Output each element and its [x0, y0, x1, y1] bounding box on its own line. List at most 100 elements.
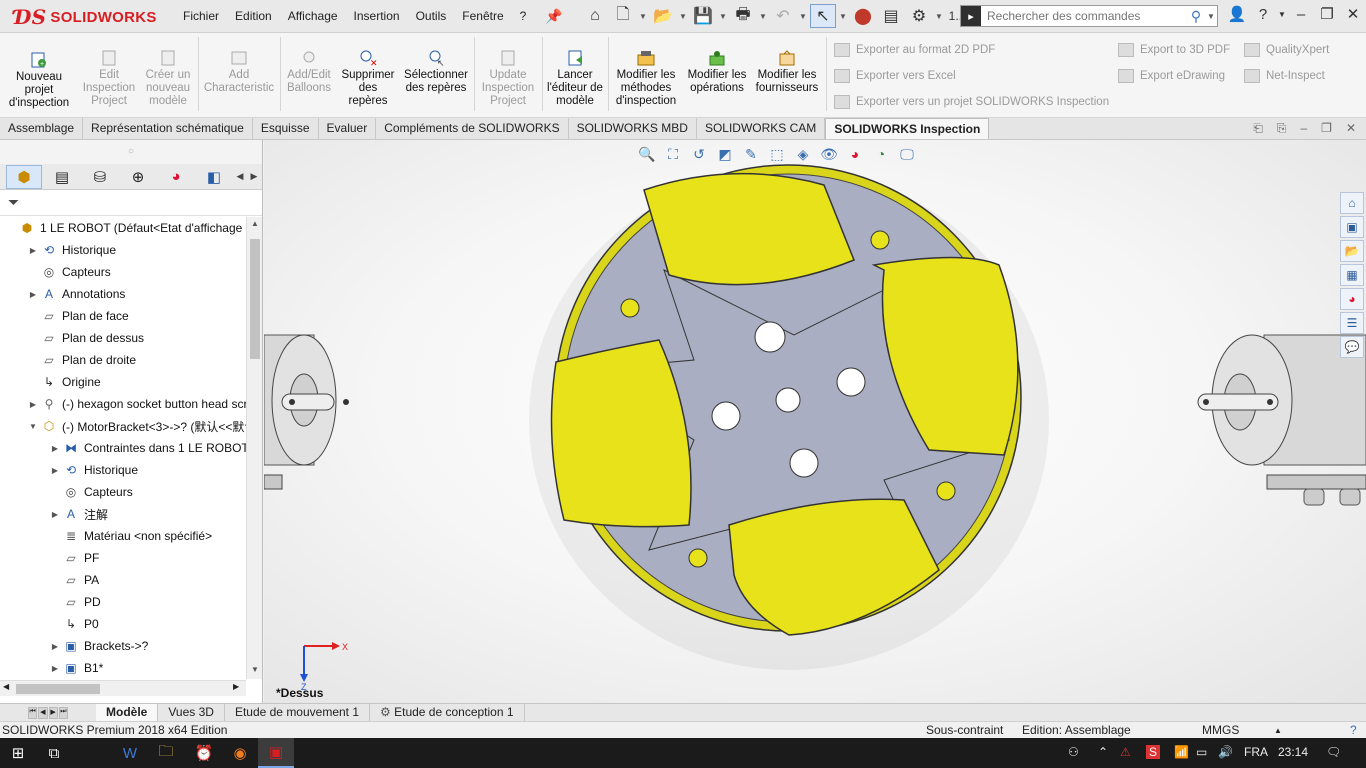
expand-icon[interactable]: ▶: [26, 400, 40, 409]
pin-icon[interactable]: 📌: [545, 8, 562, 25]
scroll-left-icon[interactable]: ◀: [3, 682, 9, 691]
collapse-icon[interactable]: ▼: [26, 422, 40, 431]
alarm-clock-icon[interactable]: ⏰: [186, 738, 222, 768]
wifi-icon[interactable]: 📶: [1174, 745, 1189, 759]
add-edit-balloons-button[interactable]: Add/Edit Balloons: [282, 49, 336, 95]
property-manager-tab-icon[interactable]: ▤: [44, 165, 80, 189]
options-dropdown-icon[interactable]: ▼: [934, 4, 944, 28]
vertical-scroll-thumb[interactable]: [250, 239, 260, 359]
solidworks-logo[interactable]: ƊS SOLIDWORKS: [14, 5, 157, 29]
home-icon[interactable]: ⌂: [582, 4, 608, 28]
menu-affichage[interactable]: Affichage: [280, 9, 346, 23]
close-icon[interactable]: ✕: [1342, 5, 1364, 23]
panel-right-icon[interactable]: ⎘: [1277, 121, 1287, 136]
menu-edition[interactable]: Edition: [227, 9, 280, 23]
doc-minimize-icon[interactable]: –: [1300, 121, 1307, 136]
cam-tab-icon[interactable]: ◧: [196, 165, 232, 189]
launch-template-editor-button[interactable]: Lancer l'éditeur de modèle: [544, 49, 606, 108]
next-tab-icon[interactable]: ▶: [48, 706, 58, 719]
tree-item[interactable]: ▶ A Annotations: [26, 283, 125, 305]
select-balloons-button[interactable]: ↖ Sélectionner des repères: [401, 49, 471, 95]
restore-icon[interactable]: ❐: [1316, 5, 1338, 23]
tree-item[interactable]: ▶ ⟲ Historique: [26, 239, 116, 261]
menu-help[interactable]: ?: [512, 9, 535, 23]
help-dropdown-icon[interactable]: ▼: [1278, 10, 1286, 19]
panel-grip[interactable]: ○: [0, 140, 262, 164]
tab-scroll-right-icon[interactable]: ▶: [248, 171, 260, 182]
edit-inspection-methods-button[interactable]: Modifier les méthodes d'inspection: [610, 49, 682, 108]
filter-icon[interactable]: ⏷: [8, 194, 19, 211]
graphics-area[interactable]: 🔍 ⛶ ↺ ◩ ✎ ⬚ ◈ 👁 ◕ ◔ 🖵 ⌂ ▣ 📂 ▦ ◕ ☰ 💬 X Z …: [264, 140, 1366, 703]
edit-operations-button[interactable]: Modifier les opérations: [686, 49, 748, 95]
tree-filter[interactable]: ⏷: [0, 190, 262, 216]
export-3d-pdf-link[interactable]: Export to 3D PDF: [1118, 43, 1230, 57]
export-inspection-project-link[interactable]: Exporter vers un projet SOLIDWORKS Inspe…: [834, 95, 1109, 109]
delete-balloons-button[interactable]: ✕ Supprimer des repères: [338, 49, 398, 108]
file-properties-icon[interactable]: ▤: [878, 4, 904, 28]
tab-inspection[interactable]: SOLIDWORKS Inspection: [825, 118, 990, 139]
scroll-up-icon[interactable]: ▲: [247, 219, 263, 228]
edit-vendors-button[interactable]: Modifier les fournisseurs: [752, 49, 822, 95]
tab-evaluer[interactable]: Evaluer: [319, 118, 377, 139]
open-dropdown-icon[interactable]: ▼: [678, 4, 688, 28]
forum-icon[interactable]: 💬: [1340, 336, 1364, 358]
tree-vertical-scrollbar[interactable]: ▲ ▼: [246, 217, 262, 679]
print-dropdown-icon[interactable]: ▼: [758, 4, 768, 28]
expand-icon[interactable]: ▶: [26, 290, 40, 299]
qualityxpert-link[interactable]: QualityXpert: [1244, 43, 1329, 57]
search-dropdown-icon[interactable]: ▼: [1207, 12, 1217, 21]
minimize-icon[interactable]: –: [1290, 6, 1312, 23]
tree-item[interactable]: ▶ ⧓ Contraintes dans 1 LE ROBOT: [48, 437, 246, 459]
windows-start-icon[interactable]: ⊞: [0, 738, 36, 768]
tree-item[interactable]: ▶ A 注解: [48, 503, 108, 525]
feature-manager-tab-icon[interactable]: ⬢: [6, 164, 42, 189]
create-template-button[interactable]: Créer un nouveau modèle: [140, 49, 196, 108]
export-edrawing-link[interactable]: Export eDrawing: [1118, 69, 1225, 83]
search-icon[interactable]: ⚲: [1185, 8, 1207, 25]
file-explorer-taskbar-icon[interactable]: 🗀: [148, 738, 184, 768]
tree-item[interactable]: ▶ ⟲ Historique: [48, 459, 138, 481]
export-excel-link[interactable]: Exporter vers Excel: [834, 69, 956, 83]
tab-complements[interactable]: Compléments de SOLIDWORKS: [376, 118, 569, 139]
tree-item[interactable]: ▱ Plan de dessus: [26, 327, 144, 349]
tab-scroll-left-icon[interactable]: ◀: [234, 171, 246, 182]
word-icon[interactable]: W: [112, 738, 148, 768]
expand-icon[interactable]: ▶: [48, 642, 62, 651]
command-search[interactable]: ▸ ⚲ ▼: [960, 5, 1218, 27]
people-icon[interactable]: ⚇: [1068, 745, 1079, 759]
solidworks-taskbar-icon[interactable]: ▣: [258, 738, 294, 768]
tree-item[interactable]: ▱ PD: [48, 591, 100, 613]
search-input[interactable]: [981, 9, 1185, 23]
expand-icon[interactable]: ▶: [48, 466, 62, 475]
menu-fenetre[interactable]: Fenêtre: [454, 9, 511, 23]
tab-design-study[interactable]: ⚙ Etude de conception 1: [370, 703, 525, 722]
prev-tab-icon[interactable]: ◀: [38, 706, 48, 719]
tree-item[interactable]: ◎ Capteurs: [48, 481, 133, 503]
doc-restore-icon[interactable]: ❐: [1321, 121, 1332, 136]
tree-item[interactable]: ▶ ▣ Brackets->?: [48, 635, 148, 657]
panel-left-icon[interactable]: ⎗: [1253, 121, 1263, 136]
horizontal-scroll-thumb[interactable]: [16, 684, 100, 694]
tab-schematic[interactable]: Représentation schématique: [83, 118, 253, 139]
expand-icon[interactable]: ▶: [48, 444, 62, 453]
new-dropdown-icon[interactable]: ▼: [638, 4, 648, 28]
tree-item[interactable]: ↳ Origine: [26, 371, 101, 393]
menu-fichier[interactable]: Fichier: [175, 9, 227, 23]
keyboard-language[interactable]: FRA: [1244, 745, 1268, 759]
notifications-icon[interactable]: 🗨: [1326, 745, 1341, 759]
tab-assemblage[interactable]: Assemblage: [0, 118, 84, 139]
display-manager-tab-icon[interactable]: ◕: [158, 165, 194, 189]
tree-item[interactable]: ▱ PF: [48, 547, 99, 569]
app-s-icon[interactable]: S: [1146, 745, 1161, 759]
solidworks-resources-icon[interactable]: ⌂: [1340, 192, 1364, 214]
scroll-down-icon[interactable]: ▼: [247, 665, 263, 674]
open-folder-icon[interactable]: 📂: [650, 4, 676, 28]
select-dropdown-icon[interactable]: ▼: [838, 4, 848, 28]
new-document-icon[interactable]: 🗋: [610, 4, 636, 28]
custom-properties-icon[interactable]: ☰: [1340, 312, 1364, 334]
appearances-icon[interactable]: ◕: [1340, 288, 1364, 310]
wheel-model[interactable]: [264, 140, 1366, 703]
tab-modele[interactable]: Modèle: [96, 703, 159, 722]
tree-horizontal-scrollbar[interactable]: ◀ ▶: [0, 680, 246, 696]
net-inspect-link[interactable]: Net-Inspect: [1244, 69, 1325, 83]
